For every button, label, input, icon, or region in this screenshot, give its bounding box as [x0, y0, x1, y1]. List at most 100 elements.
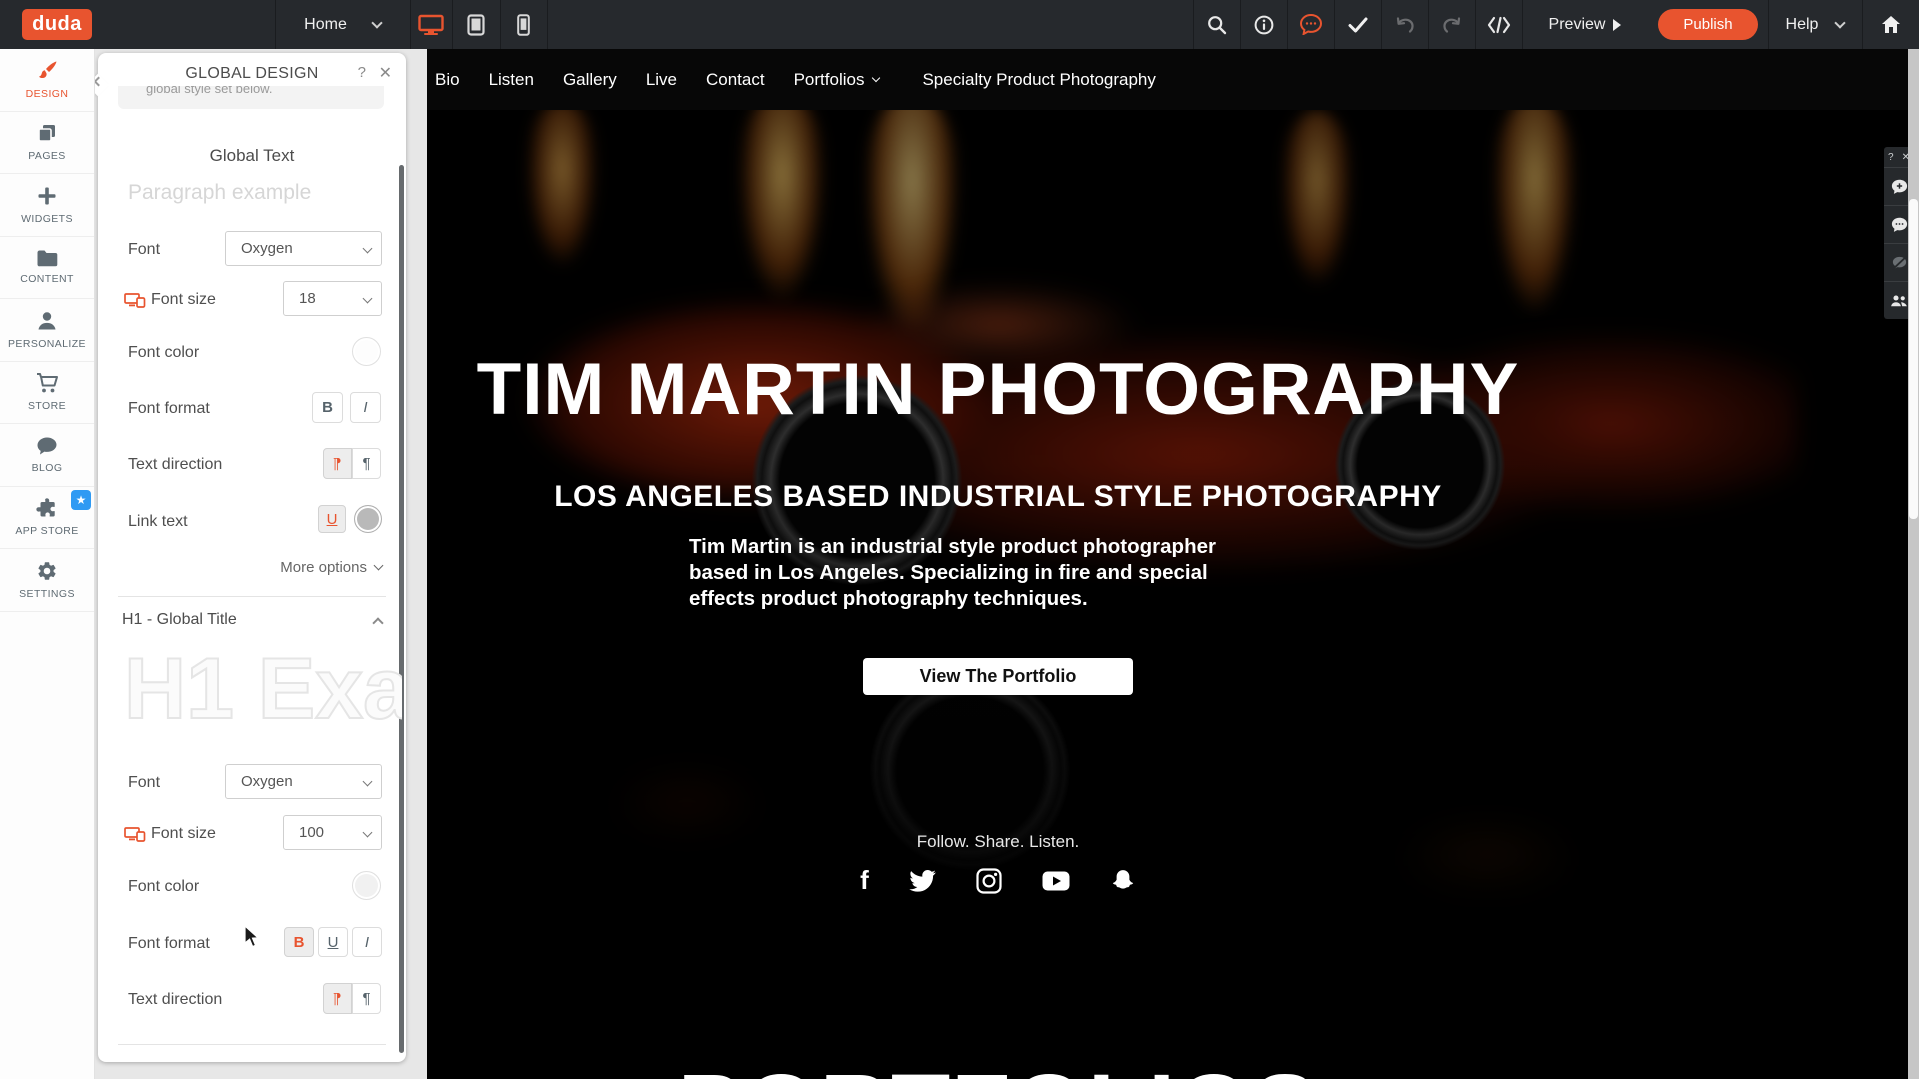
- follow-share-listen-text: Follow. Share. Listen.: [427, 832, 1569, 852]
- text-direction-label: Text direction: [128, 456, 222, 474]
- paragraph-example-preview: Paragraph example: [128, 181, 311, 205]
- nav-item-specialty[interactable]: Specialty Product Photography: [922, 70, 1155, 90]
- site-intro-text[interactable]: Tim Martin is an industrial style produc…: [689, 534, 1274, 612]
- portfolios-section: PORTFOLIOS: [427, 997, 1919, 1079]
- h1-font-format-label: Font format: [128, 935, 210, 953]
- sidebar-item-personalize[interactable]: PERSONALIZE: [0, 299, 94, 362]
- feedback-chat-icon: [1300, 14, 1322, 35]
- nav-item-bio[interactable]: Bio: [435, 70, 460, 90]
- sidebar-item-content[interactable]: CONTENT: [0, 237, 94, 300]
- facebook-icon[interactable]: f: [860, 865, 869, 896]
- cart-icon: [36, 372, 58, 394]
- sidebar-item-app-store[interactable]: ★ APP STORE: [0, 487, 94, 550]
- nav-item-listen[interactable]: Listen: [489, 70, 534, 90]
- link-underline-button[interactable]: U: [318, 505, 346, 533]
- info-note: global style set below.: [118, 86, 384, 109]
- mobile-view-button[interactable]: [500, 0, 547, 49]
- chevron-down-icon: [374, 561, 384, 571]
- pilcrow-ltr-icon: ¶: [333, 455, 341, 472]
- view-portfolio-button[interactable]: View The Portfolio: [863, 658, 1133, 695]
- sidebar-item-label: BLOG: [32, 462, 63, 474]
- section-divider: [118, 1044, 386, 1045]
- publish-button[interactable]: Publish: [1658, 9, 1758, 40]
- sidebar-item-store[interactable]: STORE: [0, 362, 94, 425]
- h1-bold-button[interactable]: B: [284, 927, 314, 957]
- twitter-icon[interactable]: [909, 865, 936, 896]
- sidebar-item-label: SETTINGS: [19, 588, 75, 600]
- pilcrow-rtl-icon: ¶: [362, 455, 370, 472]
- h1-font-select[interactable]: Oxygen: [225, 764, 382, 799]
- underline-glyph: U: [327, 511, 338, 528]
- feedback-button[interactable]: [1287, 0, 1334, 49]
- search-button[interactable]: [1193, 0, 1240, 49]
- sidebar-item-blog[interactable]: BLOG: [0, 424, 94, 487]
- h1-italic-button[interactable]: I: [352, 927, 382, 957]
- chevron-down-icon: [1835, 17, 1846, 28]
- instagram-icon[interactable]: [976, 865, 1002, 896]
- text-direction-ltr-button[interactable]: ¶: [323, 448, 352, 479]
- preview-button[interactable]: Preview: [1522, 0, 1648, 49]
- redo-button[interactable]: [1428, 0, 1475, 49]
- font-select[interactable]: Oxygen: [225, 231, 382, 266]
- bold-button[interactable]: B: [312, 392, 343, 423]
- preview-scrollbar[interactable]: [1908, 49, 1919, 1079]
- sidebar-item-label: DESIGN: [26, 88, 69, 100]
- more-options-link[interactable]: More options: [280, 559, 382, 576]
- site-preview-canvas: Bio Listen Gallery Live Contact Portfoli…: [427, 49, 1919, 1079]
- sidebar-item-settings[interactable]: SETTINGS: [0, 549, 94, 612]
- dashboard-home-button[interactable]: [1862, 0, 1919, 49]
- sidebar-item-label: STORE: [28, 400, 66, 412]
- undo-button[interactable]: [1381, 0, 1428, 49]
- text-direction-rtl-button[interactable]: ¶: [352, 448, 381, 479]
- link-color-swatch[interactable]: [354, 505, 382, 533]
- checkmark-icon: [1348, 17, 1368, 33]
- help-menu[interactable]: Help: [1768, 0, 1862, 49]
- youtube-icon[interactable]: [1042, 865, 1070, 896]
- sidebar-item-label: CONTENT: [20, 273, 74, 285]
- floating-help-button[interactable]: ?: [1888, 152, 1894, 163]
- page-selector[interactable]: Home: [275, 0, 410, 49]
- desktop-view-button[interactable]: [410, 0, 452, 49]
- nav-item-portfolios[interactable]: Portfolios: [794, 70, 880, 90]
- font-color-swatch[interactable]: [352, 337, 381, 366]
- panel-help-button[interactable]: ?: [358, 64, 366, 81]
- h1-underline-button[interactable]: U: [318, 927, 348, 957]
- sidebar-item-widgets[interactable]: WIDGETS: [0, 174, 94, 237]
- responsive-devices-icon: [124, 293, 146, 313]
- chevron-up-icon[interactable]: [372, 617, 383, 628]
- nav-item-live[interactable]: Live: [646, 70, 677, 90]
- people-icon: [1890, 294, 1908, 308]
- h1-font-color-swatch[interactable]: [352, 871, 381, 900]
- chevron-down-icon: [872, 74, 880, 82]
- approve-button[interactable]: [1334, 0, 1381, 49]
- dev-mode-button[interactable]: [1475, 0, 1522, 49]
- site-title[interactable]: TIM MARTIN PHOTOGRAPHY: [427, 348, 1569, 431]
- panel-scrollbar[interactable]: [399, 165, 404, 1053]
- font-size-select[interactable]: 18: [283, 281, 382, 316]
- h1-text-direction-rtl-button[interactable]: ¶: [352, 983, 381, 1014]
- help-label: Help: [1786, 16, 1819, 34]
- topbar-divider: [547, 0, 548, 49]
- nav-item-gallery[interactable]: Gallery: [563, 70, 617, 90]
- site-subtitle[interactable]: LOS ANGELES BASED INDUSTRIAL STYLE PHOTO…: [427, 480, 1569, 514]
- tablet-view-button[interactable]: [452, 0, 500, 49]
- snapchat-icon[interactable]: [1110, 865, 1136, 896]
- bold-glyph: B: [294, 934, 305, 951]
- editor-sidebar: DESIGN PAGES WIDGETS CONTENT PERSONALIZE…: [0, 49, 95, 1079]
- undo-icon: [1395, 16, 1415, 34]
- sidebar-item-pages[interactable]: PAGES: [0, 112, 94, 175]
- duda-logo[interactable]: duda: [22, 9, 92, 40]
- desktop-icon: [418, 14, 444, 36]
- info-button[interactable]: [1240, 0, 1287, 49]
- speech-bubble-icon: [36, 436, 58, 456]
- close-icon[interactable]: ✕: [379, 63, 392, 83]
- hero-content: TIM MARTIN PHOTOGRAPHY LOS ANGELES BASED…: [427, 110, 1569, 997]
- nav-item-contact[interactable]: Contact: [706, 70, 765, 90]
- h1-font-size-select[interactable]: 100: [283, 815, 382, 850]
- portfolios-heading[interactable]: PORTFOLIOS: [427, 1053, 1569, 1079]
- preview-scrollbar-thumb[interactable]: [1909, 199, 1918, 519]
- h1-text-direction-ltr-button[interactable]: ¶: [323, 983, 352, 1014]
- italic-button[interactable]: I: [350, 392, 381, 423]
- chevron-down-icon: [363, 828, 373, 838]
- sidebar-item-design[interactable]: DESIGN: [0, 49, 94, 112]
